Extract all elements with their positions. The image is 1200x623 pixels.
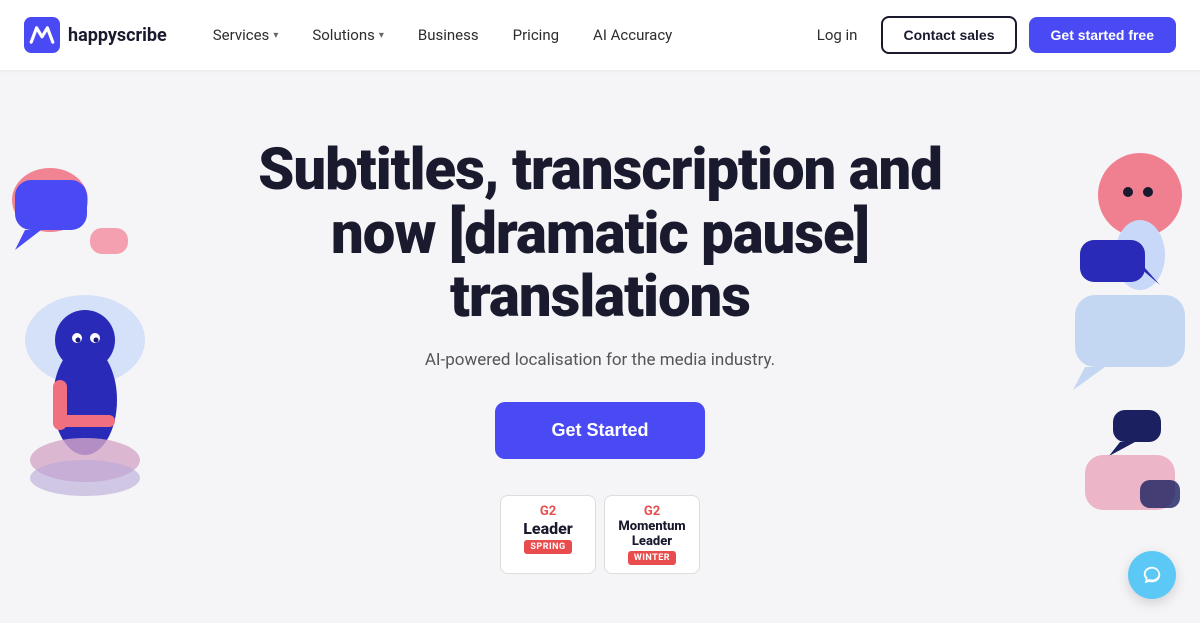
hero-subtitle: AI-powered localisation for the media in… [425,350,775,370]
navbar: happyscribe Services ▾ Solutions ▾ Busin… [0,0,1200,70]
brand-name: happyscribe [68,25,167,46]
badge-leader: G2 Leader SPRING [500,495,596,574]
services-chevron-icon: ▾ [273,30,278,41]
chat-bubble-icon [1141,564,1163,586]
hero-title: Subtitles, transcription and now [dramat… [250,139,950,330]
badges-container: G2 Leader SPRING G2 Momentum Leader WINT… [500,495,700,574]
right-decoration [980,140,1200,620]
badge-season-winter: WINTER [628,551,676,565]
nav-services[interactable]: Services ▾ [199,18,293,52]
chat-support-button[interactable] [1128,551,1176,599]
solutions-chevron-icon: ▾ [379,30,384,41]
hero-section: Subtitles, transcription and now [dramat… [0,70,1200,623]
badge-g2-momentum-icon: G2 [644,504,660,519]
login-button[interactable]: Log in [805,18,870,52]
badge-leader-title: Leader [523,519,573,538]
nav-pricing[interactable]: Pricing [499,18,573,52]
nav-business[interactable]: Business [404,18,493,52]
nav-ai-accuracy[interactable]: AI Accuracy [579,18,686,52]
badge-season-spring: SPRING [524,540,571,554]
nav-right: Log in Contact sales Get started free [805,16,1176,54]
hero-cta-button[interactable]: Get Started [495,402,704,459]
left-decoration [0,140,220,620]
get-started-nav-button[interactable]: Get started free [1029,17,1176,53]
nav-links: Services ▾ Solutions ▾ Business Pricing … [199,18,805,52]
badge-momentum-title: Momentum Leader [618,519,685,549]
logo[interactable]: happyscribe [24,17,167,53]
badge-g2-icon: G2 [540,504,556,519]
logo-icon [24,17,60,53]
nav-solutions[interactable]: Solutions ▾ [298,18,398,52]
badge-momentum: G2 Momentum Leader WINTER [604,495,700,574]
contact-sales-button[interactable]: Contact sales [881,16,1016,54]
